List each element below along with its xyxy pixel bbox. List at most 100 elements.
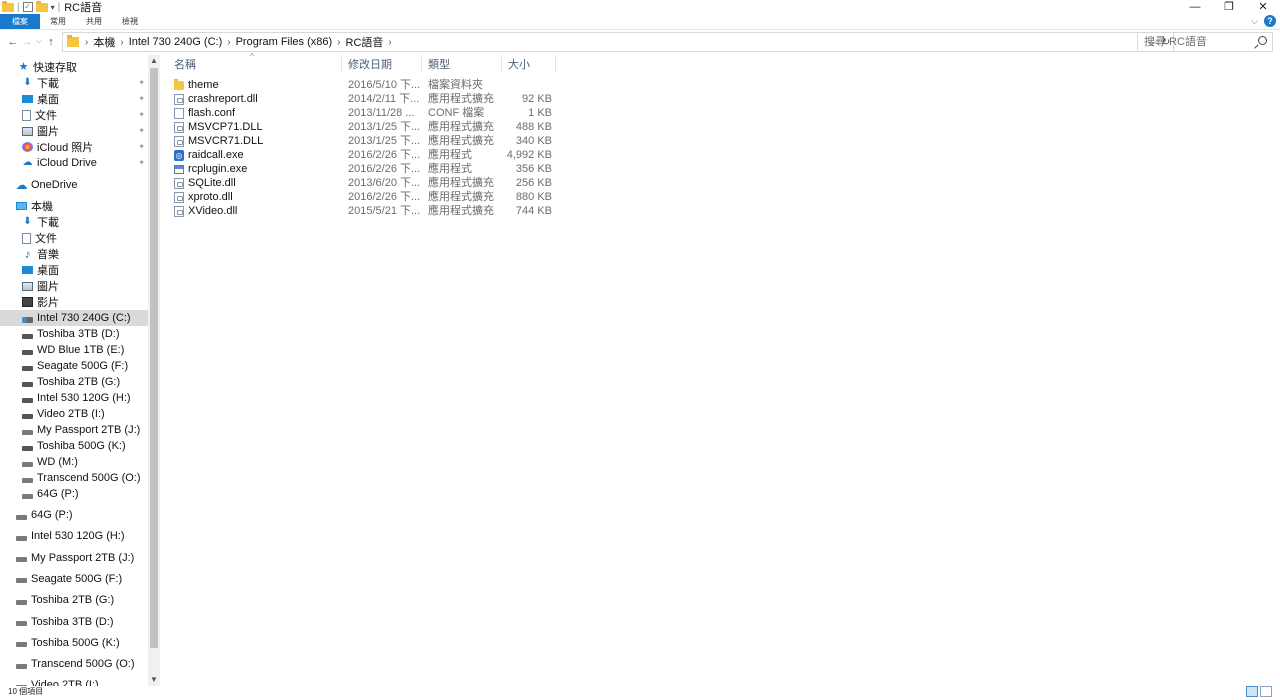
scroll-thumb[interactable] xyxy=(150,68,158,648)
nav-item-label: My Passport 2TB (J:) xyxy=(31,551,135,564)
tab-view[interactable]: 檢視 xyxy=(112,14,148,29)
breadcrumb-this-pc[interactable]: 本機 xyxy=(90,34,118,50)
forward-button[interactable]: → xyxy=(20,36,34,48)
breadcrumb-separator[interactable]: › xyxy=(386,37,393,48)
nav-pc-item[interactable]: WD (M:) xyxy=(0,454,148,470)
search-icon[interactable] xyxy=(1258,36,1267,45)
nav-drive[interactable]: My Passport 2TB (J:) xyxy=(0,550,148,566)
nav-quick-item[interactable]: 圖片 ✦ xyxy=(0,123,148,139)
breadcrumb-program-files[interactable]: Program Files (x86) xyxy=(233,36,336,48)
nav-drive[interactable]: Toshiba 2TB (G:) xyxy=(0,592,148,608)
pictures-icon xyxy=(22,281,33,291)
nav-quick-access[interactable]: ★ 快速存取 xyxy=(0,59,148,75)
nav-pc-item[interactable]: WD Blue 1TB (E:) xyxy=(0,342,148,358)
nav-drive[interactable]: Video 2TB (I:) xyxy=(0,677,148,686)
tab-home[interactable]: 常用 xyxy=(40,14,76,29)
nav-quick-item[interactable]: iCloud 照片 ✦ xyxy=(0,139,148,155)
nav-pc-item[interactable]: 桌面 xyxy=(0,262,148,278)
drive-icon xyxy=(22,397,33,403)
nav-drive[interactable]: Toshiba 3TB (D:) xyxy=(0,614,148,630)
file-name-cell: rcplugin.exe xyxy=(174,162,344,176)
file-row[interactable]: theme 2016/5/10 下... 檔案資料夾 xyxy=(168,78,558,92)
nav-quick-item[interactable]: 桌面 ✦ xyxy=(0,91,148,107)
file-type: 應用程式擴充 xyxy=(428,93,494,105)
breadcrumb-drive-c[interactable]: Intel 730 240G (C:) xyxy=(126,36,226,48)
file-row[interactable]: flash.conf 2013/11/28 ... CONF 檔案 1 KB xyxy=(168,106,558,120)
file-row[interactable]: xproto.dll 2016/2/26 下... 應用程式擴充 880 KB xyxy=(168,190,558,204)
scroll-up-icon[interactable]: ▲ xyxy=(148,55,160,67)
breadcrumb-separator[interactable]: › xyxy=(225,37,232,48)
nav-pc-item[interactable]: ⬇ 下載 xyxy=(0,214,148,230)
nav-drive[interactable]: Intel 530 120G (H:) xyxy=(0,528,148,544)
large-icons-view-icon[interactable] xyxy=(1260,686,1272,697)
breadcrumb-current-folder[interactable]: RC語音 xyxy=(343,34,387,50)
ribbon-tabs: 檔案 常用 共用 檢視 ⌵ ? xyxy=(0,14,1280,30)
file-row[interactable]: XVideo.dll 2015/5/21 下... 應用程式擴充 744 KB xyxy=(168,204,558,218)
nav-pc-item[interactable]: My Passport 2TB (J:) xyxy=(0,422,148,438)
nav-pc-item[interactable]: Toshiba 2TB (G:) xyxy=(0,374,148,390)
nav-pc-item[interactable]: 圖片 xyxy=(0,278,148,294)
window-title: RC語音 xyxy=(64,2,103,14)
search-input[interactable] xyxy=(1144,36,1252,48)
scroll-down-icon[interactable]: ▼ xyxy=(148,674,160,686)
expand-ribbon-icon[interactable]: ⌵ xyxy=(1251,16,1258,27)
back-button[interactable]: ← xyxy=(6,36,20,48)
nav-item-label: Video 2TB (I:) xyxy=(37,408,105,420)
nav-pc-item[interactable]: 影片 xyxy=(0,294,148,310)
breadcrumb-separator[interactable]: › xyxy=(118,37,125,48)
nav-quick-item[interactable]: 文件 ✦ xyxy=(0,107,148,123)
nav-item-label: 影片 xyxy=(37,297,59,309)
up-button[interactable]: ↑ xyxy=(44,36,58,48)
file-row[interactable]: SQLite.dll 2013/6/20 下... 應用程式擴充 256 KB xyxy=(168,176,558,190)
maximize-button[interactable]: ❐ xyxy=(1212,0,1246,14)
nav-drive[interactable]: Toshiba 500G (K:) xyxy=(0,635,148,651)
tab-share[interactable]: 共用 xyxy=(76,14,112,29)
nav-quick-item[interactable]: ☁ iCloud Drive ✦ xyxy=(0,155,148,171)
details-view-icon[interactable] xyxy=(1246,686,1258,697)
breadcrumb-separator[interactable]: › xyxy=(335,37,342,48)
removable-drive-icon xyxy=(16,621,27,626)
nav-drive[interactable]: Transcend 500G (O:) xyxy=(0,656,148,672)
nav-pc-item[interactable]: Video 2TB (I:) xyxy=(0,406,148,422)
nav-pc-item[interactable]: 文件 xyxy=(0,230,148,246)
file-row[interactable]: ◎ raidcall.exe 2016/2/26 下... 應用程式 4,992 KB xyxy=(168,148,558,162)
nav-pc-item[interactable]: ♪ 音樂 xyxy=(0,246,148,262)
nav-pc-item[interactable]: Toshiba 3TB (D:) xyxy=(0,326,148,342)
nav-item-label: 圖片 xyxy=(37,281,59,293)
nav-drive[interactable]: Seagate 500G (F:) xyxy=(0,571,148,587)
search-box[interactable] xyxy=(1137,32,1273,52)
tab-file[interactable]: 檔案 xyxy=(0,14,40,29)
nav-this-pc[interactable]: 本機 xyxy=(0,198,148,214)
customize-toolbar-dropdown[interactable]: ▾ xyxy=(51,3,55,12)
file-name: raidcall.exe xyxy=(188,149,244,161)
minimize-button[interactable]: — xyxy=(1178,0,1212,14)
pin-icon: ✦ xyxy=(138,142,145,151)
file-row[interactable]: rcplugin.exe 2016/2/26 下... 應用程式 356 KB xyxy=(168,162,558,176)
nav-pc-item[interactable]: 64G (P:) xyxy=(0,486,148,502)
nav-pc-item[interactable]: Intel 530 120G (H:) xyxy=(0,390,148,406)
column-header-name[interactable]: 名稱 ^ xyxy=(168,52,342,73)
nav-quick-item[interactable]: ⬇ 下載 ✦ xyxy=(0,75,148,91)
breadcrumb-separator[interactable]: › xyxy=(83,37,90,48)
nav-pc-item[interactable]: Transcend 500G (O:) xyxy=(0,470,148,486)
nav-pc-item[interactable]: Toshiba 500G (K:) xyxy=(0,438,148,454)
file-row[interactable]: crashreport.dll 2014/2/11 下... 應用程式擴充 92 KB xyxy=(168,92,558,106)
new-folder-icon[interactable] xyxy=(35,0,48,12)
recent-locations-dropdown[interactable]: ⌵ xyxy=(34,38,44,46)
file-row[interactable]: MSVCP71.DLL 2013/1/25 下... 應用程式擴充 488 KB xyxy=(168,120,558,134)
help-icon[interactable]: ? xyxy=(1264,15,1276,27)
nav-onedrive[interactable]: ☁ OneDrive xyxy=(0,177,148,193)
nav-item-label: Toshiba 2TB (G:) xyxy=(31,594,115,607)
close-button[interactable]: ✕ xyxy=(1246,0,1280,14)
nav-drive[interactable]: 64G (P:) xyxy=(0,507,148,523)
nav-scrollbar[interactable]: ▲ ▼ xyxy=(148,55,160,686)
column-header-date[interactable]: 修改日期 xyxy=(342,55,422,73)
address-bar[interactable]: › 本機 › Intel 730 240G (C:) › Program Fil… xyxy=(62,32,1174,52)
properties-icon[interactable]: ✓ xyxy=(22,2,33,12)
nav-item-label: 64G (P:) xyxy=(37,488,79,500)
file-row[interactable]: MSVCR71.DLL 2013/1/25 下... 應用程式擴充 340 KB xyxy=(168,134,558,148)
column-header-size[interactable]: 大小 xyxy=(502,55,556,73)
nav-pc-item[interactable]: Intel 730 240G (C:) xyxy=(0,310,148,326)
nav-pc-item[interactable]: Seagate 500G (F:) xyxy=(0,358,148,374)
column-header-type[interactable]: 類型 xyxy=(422,55,502,73)
